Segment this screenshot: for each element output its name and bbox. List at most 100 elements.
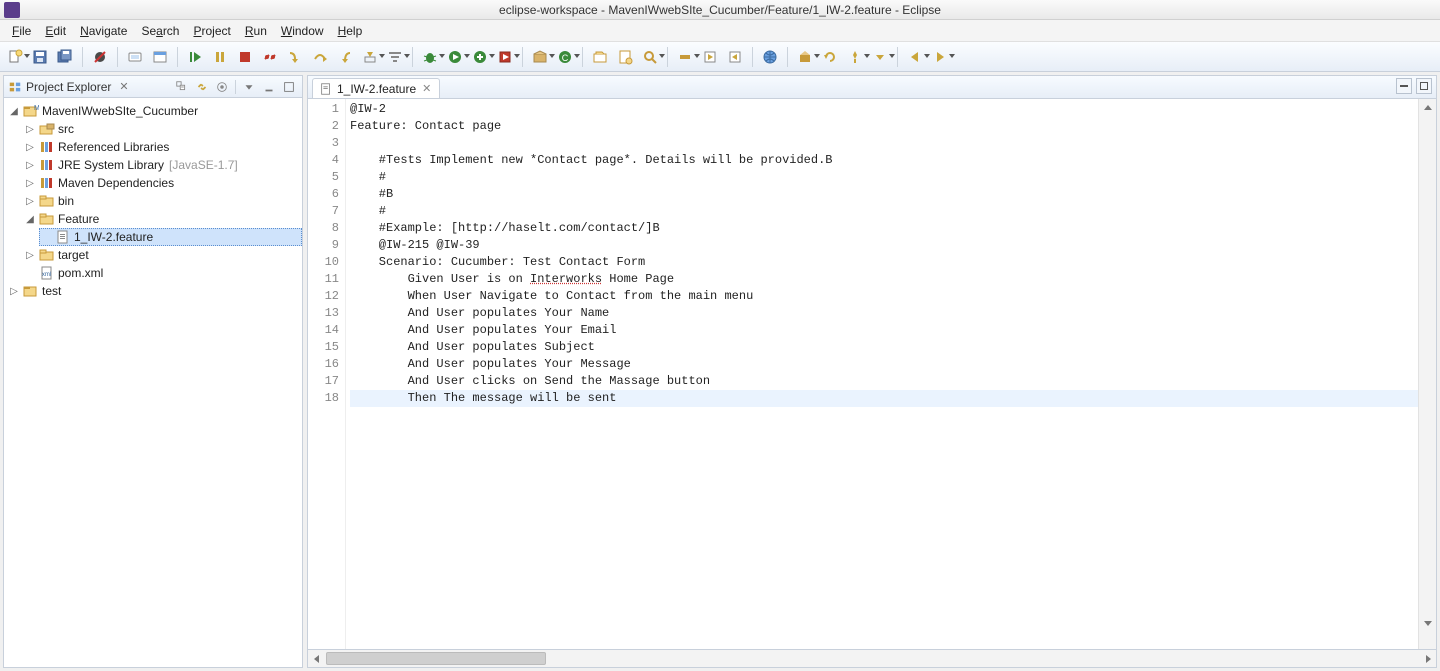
vertical-scrollbar[interactable] bbox=[1418, 99, 1436, 649]
code-line[interactable] bbox=[350, 135, 1418, 152]
code-line[interactable]: And User populates Subject bbox=[350, 339, 1418, 356]
code-line[interactable]: # bbox=[350, 169, 1418, 186]
view-menu-button[interactable] bbox=[240, 78, 258, 96]
focus-task-button[interactable] bbox=[213, 78, 231, 96]
skip-breakpoints-button[interactable] bbox=[89, 46, 111, 68]
back-button[interactable] bbox=[904, 46, 926, 68]
open-task-button[interactable] bbox=[614, 46, 636, 68]
new-connection-button[interactable] bbox=[124, 46, 146, 68]
prev-annotation-button[interactable] bbox=[724, 46, 746, 68]
collapse-all-button[interactable] bbox=[173, 78, 191, 96]
console-button[interactable] bbox=[149, 46, 171, 68]
collapse-button[interactable] bbox=[869, 46, 891, 68]
menu-window[interactable]: Window bbox=[275, 22, 330, 40]
search-button[interactable] bbox=[639, 46, 661, 68]
minimize-editor-button[interactable] bbox=[1396, 78, 1412, 94]
forward-button[interactable] bbox=[929, 46, 951, 68]
code-line[interactable]: And User populates Your Email bbox=[350, 322, 1418, 339]
new-package-button[interactable] bbox=[529, 46, 551, 68]
twisty-closed-icon[interactable]: ▷ bbox=[24, 196, 36, 207]
menu-file[interactable]: File bbox=[6, 22, 37, 40]
horizontal-scrollbar[interactable] bbox=[307, 650, 1437, 668]
menu-help[interactable]: Help bbox=[332, 22, 369, 40]
menu-edit[interactable]: Edit bbox=[39, 22, 72, 40]
scroll-right-icon[interactable] bbox=[1420, 650, 1436, 667]
new-button[interactable] bbox=[4, 46, 26, 68]
tree-feature-file[interactable]: ▷ 1_IW-2.feature bbox=[39, 228, 302, 246]
tree-feature-folder[interactable]: ◢ Feature bbox=[24, 210, 302, 228]
line-number-gutter[interactable]: 123456789101112131415161718 bbox=[308, 99, 346, 649]
code-line[interactable]: And User populates Your Message bbox=[350, 356, 1418, 373]
scroll-left-icon[interactable] bbox=[308, 650, 324, 667]
twisty-closed-icon[interactable]: ▷ bbox=[24, 250, 36, 261]
code-line[interactable]: Feature: Contact page bbox=[350, 118, 1418, 135]
disconnect-button[interactable] bbox=[259, 46, 281, 68]
code-line[interactable]: And User populates Your Name bbox=[350, 305, 1418, 322]
next-annotation-button[interactable] bbox=[699, 46, 721, 68]
pin-button[interactable] bbox=[844, 46, 866, 68]
twisty-closed-icon[interactable]: ▷ bbox=[24, 160, 36, 171]
code-line[interactable]: # bbox=[350, 203, 1418, 220]
use-step-filters-button[interactable] bbox=[384, 46, 406, 68]
menu-navigate[interactable]: Navigate bbox=[74, 22, 133, 40]
twisty-closed-icon[interactable]: ▷ bbox=[8, 286, 20, 297]
twisty-closed-icon[interactable]: ▷ bbox=[24, 124, 36, 135]
refresh-button[interactable] bbox=[819, 46, 841, 68]
step-into-button[interactable] bbox=[284, 46, 306, 68]
code-line[interactable]: When User Navigate to Contact from the m… bbox=[350, 288, 1418, 305]
coverage-button[interactable] bbox=[469, 46, 491, 68]
project-tree[interactable]: ◢ M MavenIWwebSIte_Cucumber ▷ src ▷ bbox=[4, 98, 302, 667]
link-with-editor-button[interactable] bbox=[193, 78, 211, 96]
maximize-editor-button[interactable] bbox=[1416, 78, 1432, 94]
resume-button[interactable] bbox=[184, 46, 206, 68]
view-close-icon[interactable]: ✕ bbox=[115, 80, 132, 93]
tree-jre[interactable]: ▷ JRE System Library [JavaSE-1.7] bbox=[24, 156, 302, 174]
code-line[interactable]: @IW-2 bbox=[350, 101, 1418, 118]
run-button[interactable] bbox=[444, 46, 466, 68]
tree-maven-deps[interactable]: ▷ Maven Dependencies bbox=[24, 174, 302, 192]
code-line[interactable]: Then The message will be sent bbox=[350, 390, 1418, 407]
code-area[interactable]: @IW-2Feature: Contact page #Tests Implem… bbox=[346, 99, 1418, 649]
twisty-closed-icon[interactable]: ▷ bbox=[24, 178, 36, 189]
run-external-button[interactable] bbox=[494, 46, 516, 68]
debug-button[interactable] bbox=[419, 46, 441, 68]
twisty-open-icon[interactable]: ◢ bbox=[8, 106, 20, 117]
tree-src[interactable]: ▷ src bbox=[24, 120, 302, 138]
code-line[interactable]: @IW-215 @IW-39 bbox=[350, 237, 1418, 254]
step-return-button[interactable] bbox=[334, 46, 356, 68]
suspend-button[interactable] bbox=[209, 46, 231, 68]
editor-tab-active[interactable]: 1_IW-2.feature ✕ bbox=[312, 78, 440, 99]
scroll-down-icon[interactable] bbox=[1419, 615, 1436, 631]
save-button[interactable] bbox=[29, 46, 51, 68]
code-line[interactable]: #В bbox=[350, 186, 1418, 203]
build-button[interactable] bbox=[794, 46, 816, 68]
code-line[interactable]: #Tests Implement new *Contact page*. Det… bbox=[350, 152, 1418, 169]
menu-run[interactable]: Run bbox=[239, 22, 273, 40]
drop-to-frame-button[interactable] bbox=[359, 46, 381, 68]
scrollbar-thumb[interactable] bbox=[326, 652, 546, 665]
maximize-view-button[interactable] bbox=[280, 78, 298, 96]
tree-test-project[interactable]: ▷ test bbox=[8, 282, 302, 300]
menu-search[interactable]: Search bbox=[135, 22, 185, 40]
new-class-button[interactable]: C bbox=[554, 46, 576, 68]
scroll-up-icon[interactable] bbox=[1419, 99, 1436, 115]
minimize-view-button[interactable] bbox=[260, 78, 278, 96]
twisty-open-icon[interactable]: ◢ bbox=[24, 214, 36, 225]
code-line[interactable]: And User clicks on Send the Massage butt… bbox=[350, 373, 1418, 390]
close-tab-icon[interactable]: ✕ bbox=[420, 82, 433, 95]
tree-bin[interactable]: ▷ bin bbox=[24, 192, 302, 210]
step-over-button[interactable] bbox=[309, 46, 331, 68]
menu-project[interactable]: Project bbox=[187, 22, 236, 40]
terminate-button[interactable] bbox=[234, 46, 256, 68]
save-all-button[interactable] bbox=[54, 46, 76, 68]
twisty-closed-icon[interactable]: ▷ bbox=[24, 142, 36, 153]
tree-referenced-libraries[interactable]: ▷ Referenced Libraries bbox=[24, 138, 302, 156]
open-web-browser-button[interactable] bbox=[759, 46, 781, 68]
tree-project-root[interactable]: ◢ M MavenIWwebSIte_Cucumber bbox=[8, 102, 302, 120]
tree-target[interactable]: ▷ target bbox=[24, 246, 302, 264]
open-type-button[interactable] bbox=[589, 46, 611, 68]
toggle-mark-button[interactable] bbox=[674, 46, 696, 68]
code-line[interactable]: #Example: [http://haselt.com/contact/]В bbox=[350, 220, 1418, 237]
tree-pom[interactable]: ▷ xml pom.xml bbox=[24, 264, 302, 282]
code-line[interactable]: Given User is on Interworks Home Page bbox=[350, 271, 1418, 288]
